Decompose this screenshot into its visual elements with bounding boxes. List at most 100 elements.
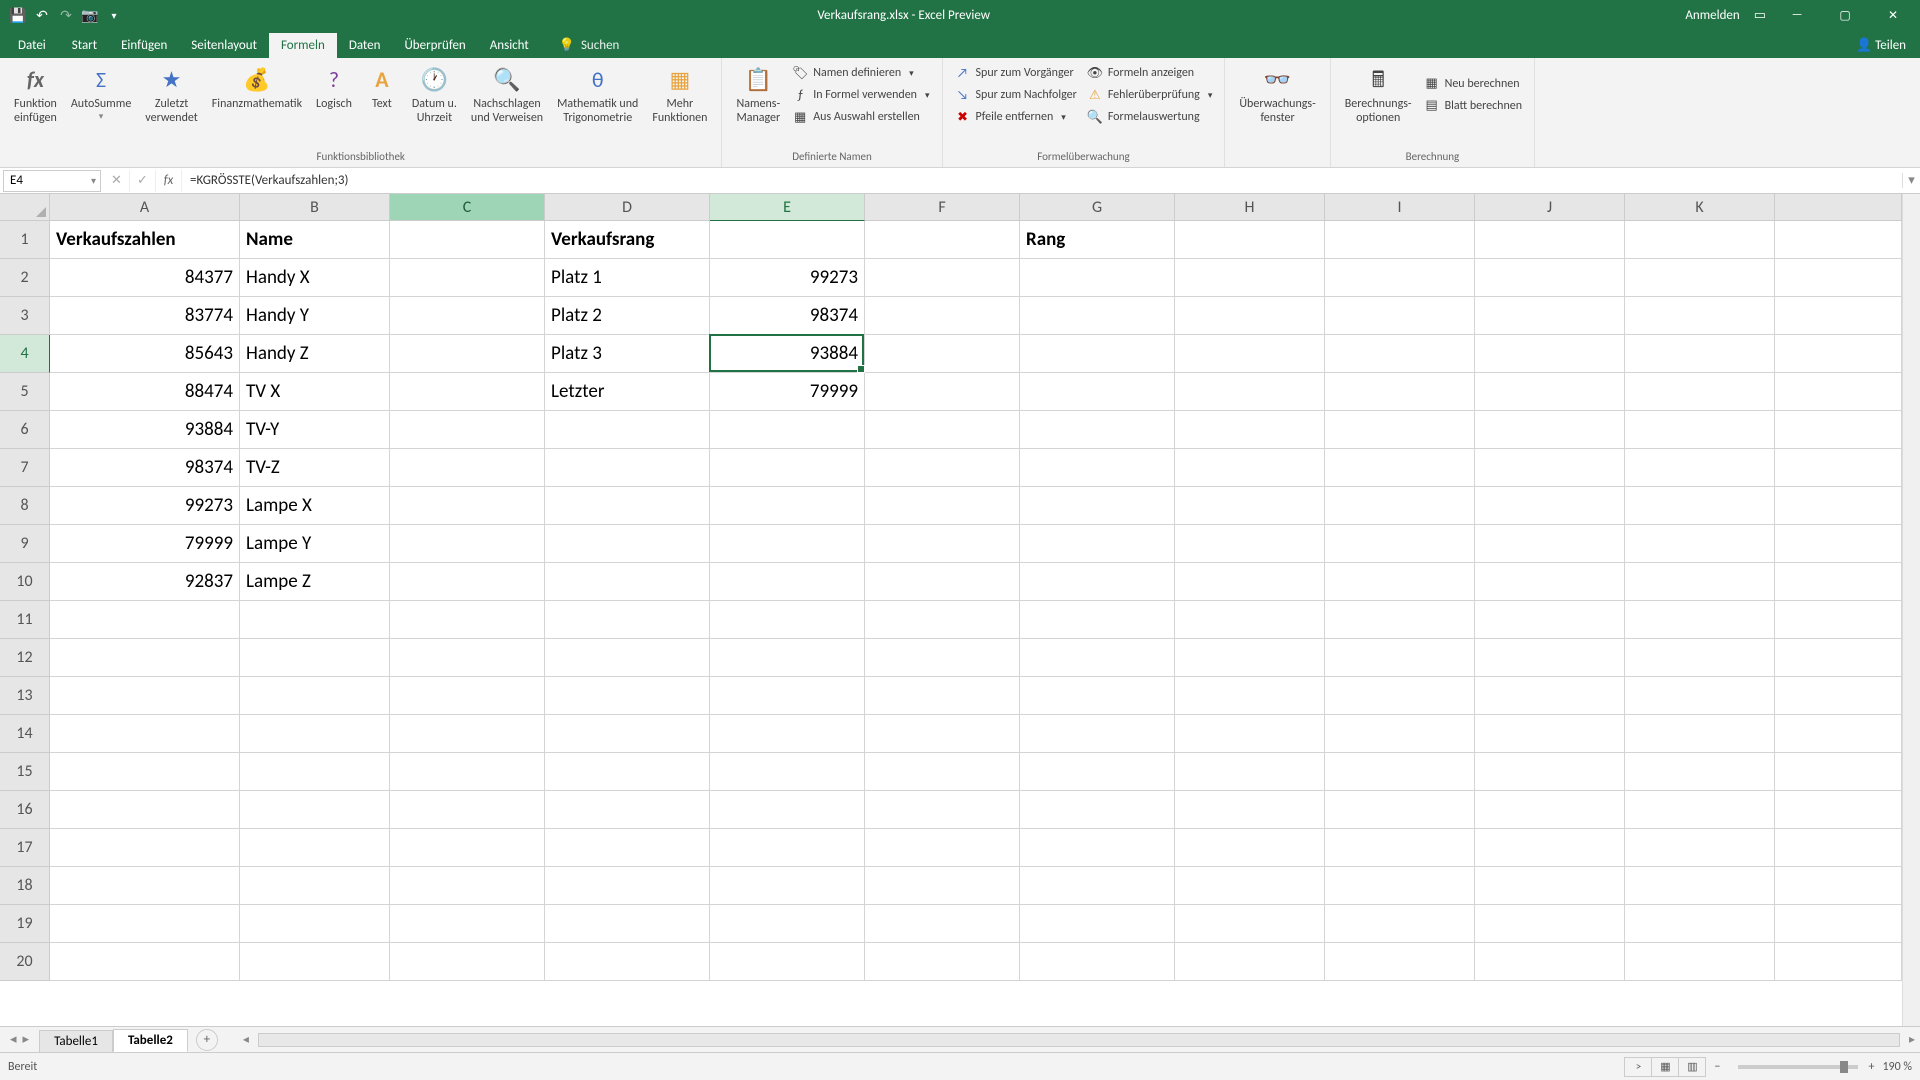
text-button[interactable]: A Text: [360, 62, 404, 128]
cell-K14[interactable]: [1625, 715, 1775, 753]
cell-G5[interactable]: [1020, 373, 1175, 411]
redo-icon[interactable]: ↷: [58, 7, 74, 23]
cell-K17[interactable]: [1625, 829, 1775, 867]
cell-H15[interactable]: [1175, 753, 1325, 791]
cell-C8[interactable]: [390, 487, 545, 525]
cell-G19[interactable]: [1020, 905, 1175, 943]
datetime-button[interactable]: 🕐 Datum u. Uhrzeit: [406, 62, 463, 128]
cell-empty[interactable]: [1775, 601, 1902, 639]
cell-C12[interactable]: [390, 639, 545, 677]
column-header-H[interactable]: H: [1175, 194, 1325, 221]
cell-empty[interactable]: [1775, 829, 1902, 867]
cell-F16[interactable]: [865, 791, 1020, 829]
cell-B4[interactable]: Handy Z: [240, 335, 390, 373]
cell-K7[interactable]: [1625, 449, 1775, 487]
more-functions-button[interactable]: ▦ Mehr Funktionen: [646, 62, 713, 128]
error-checking-button[interactable]: ⚠Fehlerüberprüfung▾: [1083, 84, 1217, 106]
cell-E13[interactable]: [710, 677, 865, 715]
cell-A13[interactable]: [50, 677, 240, 715]
cell-empty[interactable]: [1775, 905, 1902, 943]
cell-K3[interactable]: [1625, 297, 1775, 335]
cell-I11[interactable]: [1325, 601, 1475, 639]
column-header-B[interactable]: B: [240, 194, 390, 221]
qat-more-icon[interactable]: ▾: [106, 7, 122, 23]
cell-H17[interactable]: [1175, 829, 1325, 867]
row-header-13[interactable]: 13: [0, 677, 50, 715]
cell-D7[interactable]: [545, 449, 710, 487]
sheet-tab-1[interactable]: Tabelle1: [39, 1030, 113, 1052]
expand-formula-icon[interactable]: ▾: [1902, 173, 1920, 188]
cell-F18[interactable]: [865, 867, 1020, 905]
cell-E4[interactable]: 93884: [710, 335, 865, 373]
evaluate-formula-button[interactable]: 🔍Formelauswertung: [1083, 106, 1217, 128]
formula-input[interactable]: =KGRÖSSTE(Verkaufszahlen;3): [182, 170, 1902, 192]
sheet-nav-next-icon[interactable]: ▸: [23, 1032, 30, 1047]
cell-F14[interactable]: [865, 715, 1020, 753]
row-header-2[interactable]: 2: [0, 259, 50, 297]
cell-F5[interactable]: [865, 373, 1020, 411]
logical-button[interactable]: ? Logisch: [310, 62, 358, 128]
enter-formula-button[interactable]: ✓: [130, 170, 156, 192]
cell-C2[interactable]: [390, 259, 545, 297]
financial-button[interactable]: 💰 Finanzmathematik: [206, 62, 308, 128]
cell-B7[interactable]: TV-Z: [240, 449, 390, 487]
cell-F8[interactable]: [865, 487, 1020, 525]
cell-K18[interactable]: [1625, 867, 1775, 905]
cell-I18[interactable]: [1325, 867, 1475, 905]
create-from-selection-button[interactable]: ▦Aus Auswahl erstellen: [788, 106, 933, 128]
cell-I12[interactable]: [1325, 639, 1475, 677]
cell-K6[interactable]: [1625, 411, 1775, 449]
cell-E6[interactable]: [710, 411, 865, 449]
cell-C1[interactable]: [390, 221, 545, 259]
cell-empty[interactable]: [1775, 297, 1902, 335]
cell-E7[interactable]: [710, 449, 865, 487]
autosum-button[interactable]: Σ AutoSumme ▾: [65, 62, 137, 128]
cell-B11[interactable]: [240, 601, 390, 639]
cell-G7[interactable]: [1020, 449, 1175, 487]
zoom-out-button[interactable]: −: [1714, 1060, 1720, 1074]
cell-F7[interactable]: [865, 449, 1020, 487]
cell-E20[interactable]: [710, 943, 865, 981]
cell-A4[interactable]: 85643: [50, 335, 240, 373]
column-header-C[interactable]: C: [390, 194, 545, 221]
cell-H14[interactable]: [1175, 715, 1325, 753]
cell-B5[interactable]: TV X: [240, 373, 390, 411]
tab-layout[interactable]: Seitenlayout: [179, 33, 269, 58]
cell-B2[interactable]: Handy X: [240, 259, 390, 297]
cell-A3[interactable]: 83774: [50, 297, 240, 335]
cell-J12[interactable]: [1475, 639, 1625, 677]
cell-G12[interactable]: [1020, 639, 1175, 677]
cell-I17[interactable]: [1325, 829, 1475, 867]
cell-F2[interactable]: [865, 259, 1020, 297]
cell-E14[interactable]: [710, 715, 865, 753]
cell-K12[interactable]: [1625, 639, 1775, 677]
cell-E8[interactable]: [710, 487, 865, 525]
cell-C5[interactable]: [390, 373, 545, 411]
cell-I20[interactable]: [1325, 943, 1475, 981]
cell-B15[interactable]: [240, 753, 390, 791]
cell-K1[interactable]: [1625, 221, 1775, 259]
cell-F15[interactable]: [865, 753, 1020, 791]
cell-A7[interactable]: 98374: [50, 449, 240, 487]
cell-A14[interactable]: [50, 715, 240, 753]
cell-D4[interactable]: Platz 3: [545, 335, 710, 373]
calculation-options-button[interactable]: 🖩 Berechnungs- optionen: [1339, 62, 1418, 128]
calculate-sheet-button[interactable]: ▤Blatt berechnen: [1420, 95, 1526, 117]
cell-G4[interactable]: [1020, 335, 1175, 373]
cell-H4[interactable]: [1175, 335, 1325, 373]
cell-H11[interactable]: [1175, 601, 1325, 639]
row-header-6[interactable]: 6: [0, 411, 50, 449]
cell-G14[interactable]: [1020, 715, 1175, 753]
cell-J10[interactable]: [1475, 563, 1625, 601]
sheet-tab-2[interactable]: Tabelle2: [113, 1029, 188, 1052]
cell-H8[interactable]: [1175, 487, 1325, 525]
cell-I10[interactable]: [1325, 563, 1475, 601]
row-header-18[interactable]: 18: [0, 867, 50, 905]
cell-G10[interactable]: [1020, 563, 1175, 601]
cell-H9[interactable]: [1175, 525, 1325, 563]
zoom-in-button[interactable]: +: [1868, 1060, 1874, 1074]
tab-review[interactable]: Überprüfen: [392, 33, 477, 58]
cell-J11[interactable]: [1475, 601, 1625, 639]
column-header-G[interactable]: G: [1020, 194, 1175, 221]
share-button[interactable]: 👤 Teilen: [1842, 33, 1920, 58]
